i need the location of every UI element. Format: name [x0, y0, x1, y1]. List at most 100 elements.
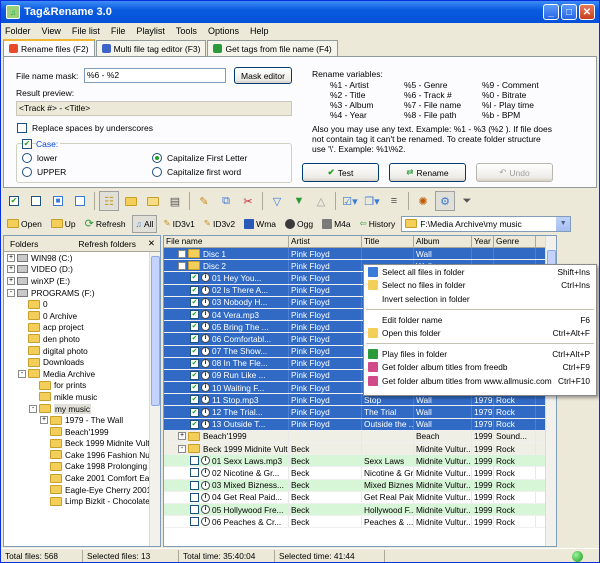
folder-tree-item[interactable]: - Media Archive [4, 368, 160, 380]
history-button[interactable]: ⇦ History [357, 215, 399, 233]
expand-icon[interactable]: + [178, 249, 186, 258]
file-checkbox[interactable]: ✔ [190, 334, 199, 344]
title-bar[interactable]: ♫ Tag&Rename 3.0 _ □ ✕ [1, 1, 599, 23]
folder-tree-item[interactable]: Cake 2001 Comfort Eagle [4, 472, 160, 484]
open-button[interactable]: Open [4, 215, 45, 233]
folder-tree-item[interactable]: + VIDEO (D:) [4, 264, 160, 276]
filter-id3v2-button[interactable]: ✎ ID3v2 [201, 215, 238, 233]
menu-view[interactable]: View [42, 26, 61, 36]
filter-icon[interactable]: ▽ [267, 191, 287, 211]
check-all-icon[interactable]: ✔ [4, 191, 24, 211]
menu-file-list[interactable]: File list [72, 26, 100, 36]
test-button[interactable]: ✔ Test [302, 163, 379, 182]
maximize-button[interactable]: □ [561, 4, 577, 20]
case-upper-radio[interactable] [22, 167, 32, 177]
folder-tree-item[interactable]: digital photo [4, 345, 160, 357]
context-menu-item[interactable]: Invert selection in folder [364, 292, 596, 306]
folder-tree-item[interactable]: Cake 1998 Prolonging the [4, 461, 160, 473]
folder-row[interactable]: - Beck 1999 Midnite Vultu...Beck Midnite V… [164, 443, 556, 456]
file-checkbox[interactable]: ✔ [190, 285, 199, 295]
minimize-button[interactable]: _ [543, 4, 559, 20]
file-checkbox[interactable] [190, 492, 199, 502]
file-checkbox[interactable] [190, 468, 199, 478]
folders-scrollbar-thumb[interactable] [151, 256, 160, 406]
list-view-icon[interactable]: ▤ [165, 191, 185, 211]
collapse-icon[interactable]: - [29, 404, 37, 413]
filter-wma-button[interactable]: Wma [241, 215, 279, 233]
context-menu-item[interactable]: Play files in folder Ctrl+Alt+P [364, 347, 596, 361]
context-menu-item[interactable]: Select no files in folder Ctrl+Ins [364, 279, 596, 293]
menu-file[interactable]: File [111, 26, 126, 36]
file-row[interactable]: ✔ i 11 Stop.mp3 Pink Floyd Stop Wall 1979 Rock [164, 394, 556, 407]
menu-help[interactable]: Help [250, 26, 269, 36]
filter-id3v1-button[interactable]: ✎ ID3v1 [160, 215, 197, 233]
collapse-icon[interactable]: - [7, 288, 15, 297]
expand-icon[interactable]: + [40, 416, 48, 425]
file-checkbox[interactable]: ✔ [190, 297, 199, 307]
filter-m4a-button[interactable]: M4a [319, 215, 354, 233]
folder-tree-item[interactable]: 0 Archive [4, 310, 160, 322]
close-button[interactable]: ✕ [579, 4, 595, 20]
column-header-genre[interactable]: Genre [494, 236, 536, 247]
column-header-title[interactable]: Title [362, 236, 414, 247]
mask-editor-button[interactable]: Mask editor [234, 67, 292, 84]
file-checkbox[interactable]: ✔ [190, 370, 199, 380]
column-header-album[interactable]: Album [414, 236, 472, 247]
invert-check-icon[interactable] [70, 191, 90, 211]
column-header-file-name[interactable]: File name [164, 236, 289, 247]
edit-tag-icon[interactable]: ✎ [194, 191, 214, 211]
file-row[interactable]: i 05 Hollywood Fre... Beck Hollywood F... Mi… [164, 503, 556, 517]
folder-tree-item[interactable]: + winXP (E:) [4, 275, 160, 287]
case-capitalize-first-letter-radio[interactable] [152, 153, 162, 163]
copy-menu-icon[interactable]: ❐▾ [362, 191, 382, 211]
up-button[interactable]: Up [48, 215, 79, 233]
refresh-folders-button[interactable]: Refresh folders [78, 239, 136, 249]
folder-tree-item[interactable]: Beck 1999 Midnite Vulture [4, 438, 160, 450]
column-header-artist[interactable]: Artist [289, 236, 362, 247]
file-checkbox[interactable]: ✔ [190, 273, 199, 283]
undo-button[interactable]: ↶ Undo [476, 163, 553, 182]
replace-spaces-checkbox[interactable] [17, 123, 27, 133]
tree-view-icon[interactable]: ☷ [99, 191, 119, 211]
filter-ogg-button[interactable]: Ogg [282, 215, 316, 233]
case-checkbox[interactable]: ✔ [22, 139, 32, 149]
settings-icon[interactable]: ⚙ [435, 191, 455, 211]
folder-tree-item[interactable]: - PROGRAMS (F:) [4, 287, 160, 299]
check-selected-icon[interactable]: ■ [48, 191, 68, 211]
folder-tree-item[interactable]: den photo [4, 333, 160, 345]
file-checkbox[interactable]: ✔ [190, 395, 199, 405]
file-checkbox[interactable]: ✔ [190, 322, 199, 332]
context-menu-item[interactable]: Get folder album titles from www.allmusi… [364, 374, 596, 388]
file-checkbox[interactable]: ✔ [190, 310, 199, 320]
folder-row[interactable]: + Disc 1 Pink Floyd Wall [164, 248, 556, 261]
file-checkbox[interactable]: ✔ [190, 358, 199, 368]
folder-tree-item[interactable]: Eagle-Eye Cherry 2001 Liv [4, 484, 160, 496]
file-row[interactable]: ✔ i 12 The Trial... Pink Floyd The Trial Wall… [164, 406, 556, 419]
file-row[interactable]: i 06 Peaches & Cr... Beck Peaches & ... Midn… [164, 516, 556, 529]
case-lower-radio[interactable] [22, 153, 32, 163]
rename-button[interactable]: ⇄ Rename [389, 163, 466, 182]
file-checkbox[interactable] [190, 517, 199, 527]
menu-folder[interactable]: Folder [5, 26, 31, 36]
folder-tree-item[interactable]: + WIN98 (C:) [4, 252, 160, 264]
menu-options[interactable]: Options [208, 26, 239, 36]
file-row[interactable]: i 04 Get Real Paid... Beck Get Real Paid Mid… [164, 491, 556, 504]
folders-scrollbar[interactable] [149, 252, 160, 546]
web-icon[interactable]: ✺ [413, 191, 433, 211]
remove-tag-icon[interactable]: ✂ [238, 191, 258, 211]
column-header-year[interactable]: Year [472, 236, 494, 247]
file-row[interactable]: i02 Nicotine & Gr...BeckNicotine & Gr...… [164, 467, 556, 480]
context-menu-item[interactable]: Open this folder Ctrl+Alt+F [364, 326, 596, 340]
file-row[interactable]: i 01 Sexx Laws.mp3 Beck Sexx Laws Midnite Vu… [164, 455, 556, 468]
select-menu-icon[interactable]: ☑▾ [340, 191, 360, 211]
tab-2[interactable]: Get tags from file name (F4) [207, 40, 338, 56]
collapse-icon[interactable]: - [18, 369, 26, 378]
folder-files-icon[interactable] [143, 191, 163, 211]
move-up-icon[interactable]: △ [311, 191, 331, 211]
expand-icon[interactable]: + [178, 432, 186, 441]
folder-tree-item[interactable]: for prints [4, 380, 160, 392]
file-row[interactable]: i 03 Mixed Bizness... Beck Mixed Bizness Mid… [164, 479, 556, 492]
folder-tree-item[interactable]: Limp Bizkit - Chocolate St [4, 495, 160, 507]
file-checkbox[interactable] [190, 480, 199, 490]
move-down-icon[interactable]: ▼ [289, 191, 309, 211]
